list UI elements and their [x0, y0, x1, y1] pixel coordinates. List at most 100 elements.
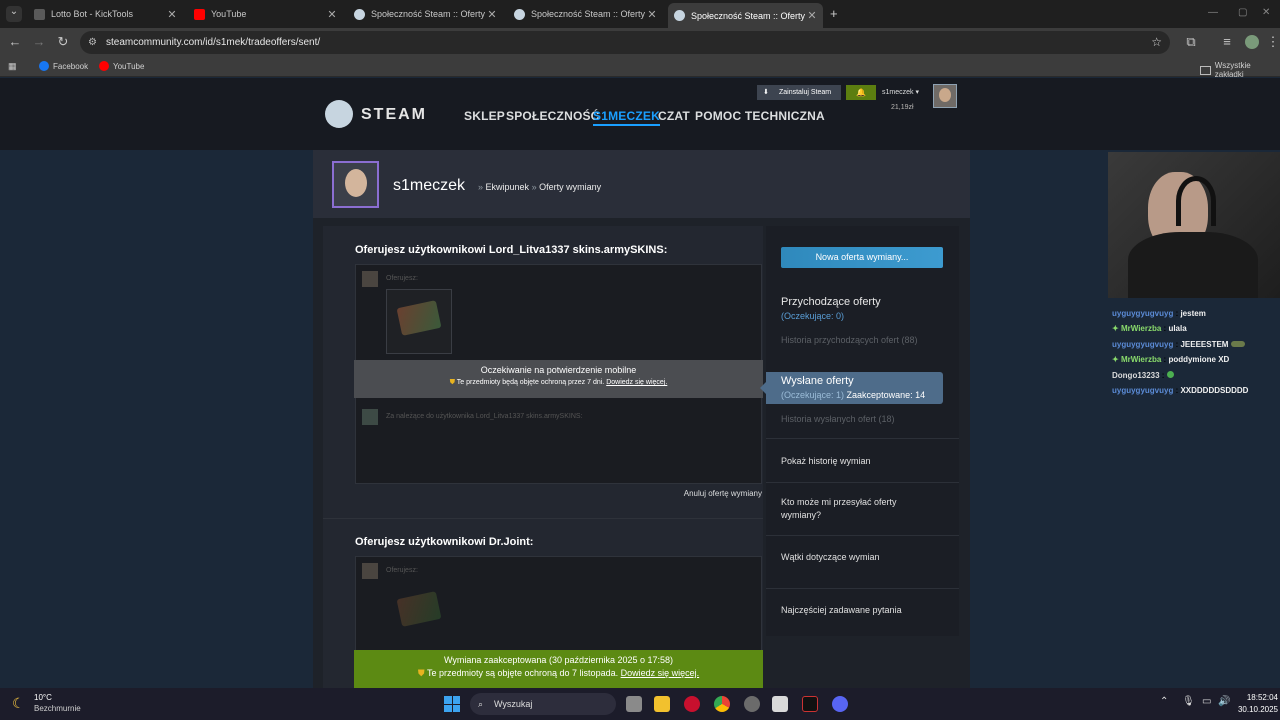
- reload-icon[interactable]: ↻: [54, 34, 72, 50]
- minimize-icon[interactable]: —: [1208, 7, 1218, 18]
- tab-steam-active[interactable]: Społeczność Steam :: Oferty wy ✕: [668, 3, 823, 28]
- browser-toolbar: ← → ↻ ⚙ steamcommunity.com/id/s1mek/trad…: [0, 28, 1280, 57]
- chat-line: uyguygyugvuyg : JEEEESTEM: [1112, 340, 1245, 349]
- tab-title: Społeczność Steam :: Oferty wy: [691, 10, 805, 21]
- menu-support[interactable]: POMOC TECHNICZNA: [695, 109, 825, 123]
- close-window-icon[interactable]: ✕: [1262, 7, 1270, 18]
- breadcrumb-inventory[interactable]: Ekwipunek: [486, 182, 530, 192]
- learn-more-link[interactable]: Dowiedz się więcej.: [621, 668, 700, 678]
- weapon-skin-icon: [396, 591, 442, 627]
- my-avatar-small: [362, 563, 378, 579]
- clock-date[interactable]: 30.10.2025: [1232, 705, 1278, 714]
- volume-icon[interactable]: 🔊: [1218, 696, 1230, 707]
- tab-title: Społeczność Steam :: Oferty wy: [531, 9, 645, 19]
- back-icon[interactable]: ←: [6, 34, 24, 49]
- apps-grid-icon[interactable]: ▦: [8, 61, 17, 72]
- offered-item[interactable]: [386, 289, 452, 354]
- close-tab-icon[interactable]: ✕: [165, 8, 179, 21]
- maximize-icon[interactable]: ▢: [1238, 7, 1247, 18]
- incoming-history-link[interactable]: Historia przychodzących ofert (88): [781, 335, 918, 345]
- breadcrumb-sep: »: [531, 182, 537, 192]
- menu-profile[interactable]: S1MECZEK: [593, 109, 660, 126]
- learn-more-link[interactable]: Dowiedz się więcej.: [606, 379, 667, 386]
- weather-temp[interactable]: 10°C: [34, 693, 52, 702]
- profile-name[interactable]: s1meczek: [393, 177, 465, 195]
- notification-bell-icon[interactable]: 🔔: [846, 85, 876, 100]
- site-info-icon[interactable]: ⚙: [88, 31, 97, 54]
- new-trade-offer-button[interactable]: Nowa oferta wymiany...: [781, 247, 943, 268]
- extensions-icon[interactable]: ⧉: [1182, 34, 1200, 50]
- file-explorer-icon[interactable]: [654, 696, 670, 712]
- microphone-icon[interactable]: 🎙: [1182, 696, 1195, 707]
- cancel-offer-link[interactable]: Anuluj ofertę wymiany: [684, 489, 762, 498]
- steam-favicon-icon: [514, 8, 525, 20]
- profile-header: s1meczek » Ekwipunek » Oferty wymiany: [313, 150, 970, 218]
- capcut-icon[interactable]: [802, 696, 818, 712]
- download-icon: ⬇: [763, 89, 769, 96]
- breadcrumb-trade-offers[interactable]: Oferty wymiany: [539, 182, 601, 192]
- sent-offers-title: Wysłane oferty: [781, 375, 854, 387]
- trade-sidebar: Nowa oferta wymiany... Przychodzące ofer…: [760, 226, 959, 636]
- steam-favicon-icon: [674, 10, 685, 21]
- tray-chevron-icon[interactable]: ⌃: [1160, 696, 1168, 707]
- weather-moon-icon[interactable]: ☾: [12, 695, 25, 712]
- sent-history-link[interactable]: Historia wysłanych ofert (18): [781, 414, 895, 424]
- sent-offers-selected[interactable]: Wysłane oferty (Oczekujące: 1) Zaakcepto…: [760, 372, 943, 404]
- close-tab-icon[interactable]: ✕: [645, 8, 659, 21]
- discord-icon[interactable]: [832, 696, 848, 712]
- menu-chat[interactable]: CZAT: [658, 109, 690, 123]
- emote-icon: [1166, 371, 1174, 378]
- more-menu-icon[interactable]: ⋮: [1264, 34, 1280, 50]
- offered-item[interactable]: [386, 581, 452, 641]
- who-can-send-link[interactable]: Kto może mi przesyłać oferty wymiany?: [781, 496, 931, 522]
- reading-list-icon[interactable]: ≡: [1218, 34, 1236, 49]
- account-menu[interactable]: s1meczek ▾: [882, 88, 919, 96]
- install-steam-button[interactable]: ⬇ Zainstaluj Steam: [757, 85, 841, 100]
- all-bookmarks-label: Wszystkie zakładki: [1214, 61, 1251, 79]
- search-icon: ⌕: [478, 699, 484, 709]
- menu-community[interactable]: SPOŁECZNOŚĆ: [506, 109, 600, 123]
- avatar[interactable]: [933, 84, 957, 108]
- tab-steam-1[interactable]: Społeczność Steam :: Oferty wy ✕: [348, 3, 503, 25]
- bookmarks-bar: ▦ Facebook YouTube Wszystkie zakładki: [0, 57, 1280, 79]
- tab-steam-2[interactable]: Społeczność Steam :: Oferty wy ✕: [508, 3, 663, 25]
- app-icon[interactable]: [772, 696, 788, 712]
- task-view-icon[interactable]: [626, 696, 642, 712]
- forward-icon[interactable]: →: [30, 34, 48, 49]
- tab-search-icon[interactable]: ⌄: [6, 6, 22, 22]
- menu-store[interactable]: SKLEP: [464, 109, 505, 123]
- tab-youtube[interactable]: YouTube ✕: [188, 3, 343, 25]
- weather-desc[interactable]: Bezchmurnie: [34, 704, 81, 713]
- trade-history-link[interactable]: Pokaż historię wymian: [781, 456, 871, 466]
- profile-avatar[interactable]: [332, 161, 379, 208]
- opera-icon[interactable]: [684, 696, 700, 712]
- protection-text: Te przedmioty są objęte ochroną do 7 lis…: [426, 668, 619, 678]
- browser-tab-strip: ⌄ Lotto Bot - KickTools ✕ YouTube ✕ Społ…: [0, 0, 1280, 28]
- receive-label: Za należące do użytkownika Lord_Litva133…: [386, 413, 583, 420]
- divider: [766, 438, 959, 439]
- chrome-icon[interactable]: [714, 696, 730, 712]
- address-bar[interactable]: ⚙ steamcommunity.com/id/s1mek/tradeoffer…: [80, 31, 1170, 54]
- bookmark-youtube[interactable]: YouTube: [99, 61, 144, 71]
- close-tab-icon[interactable]: ✕: [485, 8, 499, 21]
- clock-time[interactable]: 18:52:04: [1232, 693, 1278, 702]
- network-icon[interactable]: ▭: [1202, 696, 1211, 707]
- taskbar-search[interactable]: ⌕ Wyszukaj: [470, 693, 616, 715]
- new-tab-button[interactable]: +: [830, 6, 838, 21]
- incoming-offers-link[interactable]: Przychodzące oferty: [781, 296, 881, 308]
- divider: [766, 482, 959, 483]
- steam-logo-text[interactable]: STEAM: [361, 106, 427, 124]
- obs-icon[interactable]: [744, 696, 760, 712]
- tab-kicktools[interactable]: Lotto Bot - KickTools ✕: [28, 3, 183, 25]
- steam-logo-icon[interactable]: [325, 100, 353, 128]
- windows-start-icon[interactable]: [444, 696, 460, 712]
- chat-line: ✦ MrWierzba : ulala: [1112, 324, 1187, 333]
- trade-threads-link[interactable]: Wątki dotyczące wymian: [781, 552, 880, 562]
- bookmark-facebook[interactable]: Facebook: [39, 61, 88, 71]
- bookmark-star-icon[interactable]: ☆: [1151, 31, 1162, 54]
- close-tab-icon[interactable]: ✕: [325, 8, 339, 21]
- faq-link[interactable]: Najczęściej zadawane pytania: [781, 605, 902, 615]
- close-tab-icon[interactable]: ✕: [805, 9, 819, 22]
- all-bookmarks[interactable]: Wszystkie zakładki: [1200, 61, 1280, 79]
- profile-avatar-icon[interactable]: [1245, 35, 1259, 49]
